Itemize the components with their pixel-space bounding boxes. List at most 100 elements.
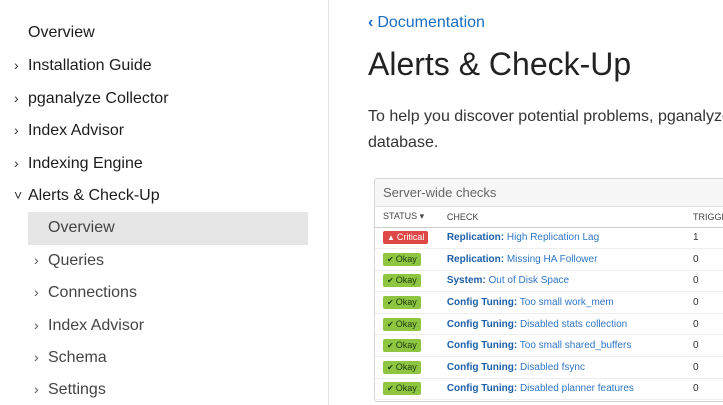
status-cell: ▲ Critical [375, 227, 439, 250]
sidebar-item-index-advisor[interactable]: › Index Advisor [14, 118, 124, 142]
table-row: ✔ Okay Replication: Missing HA Follower 0 [375, 248, 723, 271]
status-cell: ✔ Okay [375, 356, 439, 379]
check-cell[interactable]: Config Tuning: Disabled stats collection [438, 313, 686, 336]
status-badge: ✔ Okay [383, 274, 421, 288]
column-header-triggered: TRIGGE [685, 207, 723, 228]
check-cell[interactable]: System: Out of Disk Space [438, 270, 686, 293]
check-cell[interactable]: Replication: Missing HA Follower [438, 248, 686, 271]
status-badge: ✔ Okay [383, 360, 421, 374]
check-category: Config Tuning: [446, 340, 518, 352]
chevron-right-icon: › [34, 381, 39, 397]
check-cell[interactable]: Config Tuning: Disabled fsync [438, 356, 686, 379]
sidebar-subitem-label: Index Advisor [48, 317, 145, 334]
check-category: Config Tuning: [446, 318, 518, 330]
triggered-cell: 0 [685, 291, 723, 314]
column-header-status: STATUS ▾ [375, 207, 439, 228]
check-category: Config Tuning: [446, 361, 518, 373]
check-cell[interactable]: Config Tuning: Too small shared_buffers [438, 334, 686, 358]
check-name-link[interactable]: Too small shared_buffers [520, 340, 632, 351]
triggered-cell: 0 [685, 270, 723, 293]
triggered-cell: 0 [685, 313, 723, 336]
sidebar-item-overview[interactable]: Overview [28, 21, 95, 45]
check-cell[interactable]: Config Tuning: Disabled planner features [438, 378, 686, 401]
sidebar-subitem-schema[interactable]: › Schema [34, 345, 107, 369]
sidebar-subitem-settings[interactable]: › Settings [34, 377, 106, 401]
check-name-link[interactable]: Too small work_mem [520, 297, 614, 308]
check-name-link[interactable]: Disabled fsync [520, 362, 585, 373]
status-badge-label: Okay [395, 361, 417, 372]
chevron-right-icon: › [14, 90, 19, 106]
triggered-cell: 0 [685, 356, 723, 379]
check-category: Config Tuning: [446, 383, 518, 395]
status-badge-label: Critical [396, 232, 425, 243]
table-row: ✔ Okay Config Tuning: Disabled fsync 0 [375, 356, 723, 379]
check-circle-icon: ✔ [387, 362, 394, 372]
sidebar-item-pganalyze-collector[interactable]: › pganalyze Collector [14, 86, 169, 110]
status-cell: ✔ Okay [375, 248, 439, 271]
sidebar-subitem-queries[interactable]: › Queries [34, 248, 104, 272]
sidebar-item-label: Installation Guide [28, 57, 152, 74]
table-row: ✔ Okay Config Tuning: Disabled stats colle… [375, 313, 723, 336]
status-badge-label: Okay [395, 297, 417, 308]
table-header-row: STATUS ▾ CHECK TRIGGE [375, 207, 723, 228]
status-badge: ▲ Critical [383, 231, 429, 245]
sidebar-subitem-overview-active[interactable]: Overview [28, 212, 308, 245]
chevron-right-icon: › [34, 317, 39, 333]
sidebar-subitem-label: Connections [48, 284, 137, 301]
status-badge-label: Okay [395, 275, 417, 286]
status-badge: ✔ Okay [383, 317, 421, 331]
status-badge: ✔ Okay [383, 252, 421, 266]
chevron-down-icon: ˅ [14, 187, 23, 203]
docs-sidebar: Overview › Installation Guide › pganalyze … [0, 0, 329, 405]
chevron-left-icon: ‹ [368, 14, 374, 31]
check-circle-icon: ✔ [387, 319, 394, 329]
table-row: ✔ Okay Config Tuning: Too small work_mem 0 [375, 291, 723, 314]
sidebar-subitem-label: Queries [48, 252, 105, 269]
sidebar-subitem-label: Overview [48, 219, 115, 236]
table-row: ✔ Okay Config Tuning: Too small shared_buf… [375, 334, 723, 358]
sidebar-subitem-index-advisor[interactable]: › Index Advisor [34, 313, 144, 337]
check-name-link[interactable]: Out of Disk Space [489, 275, 570, 286]
intro-paragraph: To help you discover potential problems,… [368, 108, 723, 151]
table-row: ✔ Okay System: Out of Disk Space 0 [375, 270, 723, 293]
sidebar-subitem-label: Settings [48, 381, 106, 398]
server-checks-screenshot: Server-wide checks STATUS ▾ CHECK TRIGGE… [374, 178, 723, 402]
check-circle-icon: ✔ [387, 341, 394, 351]
sidebar-item-label: Alerts & Check-Up [28, 187, 160, 204]
check-name-link[interactable]: Disabled planner features [520, 383, 634, 394]
sidebar-item-installation-guide[interactable]: › Installation Guide [14, 53, 152, 77]
triggered-cell: 0 [685, 378, 723, 401]
check-name-link[interactable]: High Replication Lag [507, 232, 599, 243]
page-title: Alerts & Check-Up [368, 46, 632, 82]
status-badge: ✔ Okay [383, 296, 421, 310]
status-cell: ✔ Okay [375, 270, 439, 293]
check-cell[interactable]: Config Tuning: Too small work_mem [438, 291, 686, 314]
chevron-right-icon: › [34, 284, 39, 300]
checks-table: STATUS ▾ CHECK TRIGGE ▲Critical Replicati… [375, 207, 723, 401]
status-badge: ✔ Okay [383, 339, 421, 353]
warning-icon: ▲ [387, 233, 395, 243]
chevron-right-icon: › [14, 122, 19, 138]
main-content: ‹ Documentation Alerts & Check-Up To help… [330, 0, 723, 405]
sidebar-item-alerts-check-up[interactable]: ˅ Alerts & Check-Up [14, 183, 160, 207]
check-circle-icon: ✔ [387, 384, 394, 394]
sidebar-subitem-connections[interactable]: › Connections [34, 280, 137, 304]
breadcrumb-label: Documentation [377, 14, 485, 31]
check-circle-icon: ✔ [387, 298, 394, 308]
status-badge: ✔ Okay [383, 382, 421, 396]
check-name-link[interactable]: Disabled stats collection [520, 319, 627, 330]
chevron-right-icon: › [14, 57, 19, 73]
check-category: Config Tuning: [446, 297, 518, 309]
triggered-cell: 0 [685, 334, 723, 358]
check-category: System: [446, 275, 486, 287]
status-badge-label: Okay [395, 383, 417, 394]
check-circle-icon: ✔ [387, 276, 394, 286]
sidebar-item-indexing-engine[interactable]: › Indexing Engine [14, 151, 143, 175]
check-category: Replication: [446, 232, 505, 244]
check-cell[interactable]: Replication: High Replication Lag [438, 227, 686, 250]
table-row: ▲ Critical Replication: High Replication L… [375, 227, 723, 250]
breadcrumb-documentation-link[interactable]: ‹ Documentation [368, 14, 485, 32]
check-name-link[interactable]: Missing HA Follower [507, 254, 598, 265]
table-row: ✔ Okay Config Tuning: Disabled planner fea… [375, 378, 723, 401]
status-cell: ✔ Okay [375, 378, 439, 401]
